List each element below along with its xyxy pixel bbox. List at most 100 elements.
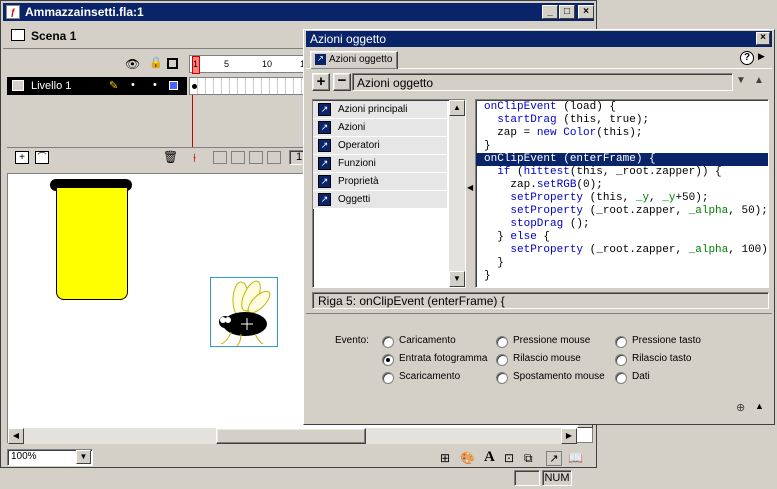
code-line[interactable]: if (hittest(this, _root.zapper)) { [476, 166, 768, 179]
code-line[interactable]: } [476, 270, 768, 283]
category-scrollbar[interactable]: ▲ ▼ [449, 100, 465, 287]
scene-label[interactable]: Scena 1 [31, 29, 76, 43]
movie-explorer-icon[interactable]: ⧉ [524, 451, 533, 466]
mixer-panel-icon[interactable]: 🎨 [460, 451, 475, 465]
category-book-icon: ↗ [318, 193, 331, 206]
delete-layer-icon[interactable]: 🗑 [163, 150, 178, 164]
code-line[interactable]: zap.setRGB(0); [476, 179, 768, 192]
jar-body[interactable] [56, 188, 128, 300]
code-line[interactable]: } [476, 257, 768, 270]
radio-button[interactable] [615, 372, 627, 384]
edit-multiple-icon[interactable] [249, 151, 263, 164]
category-item[interactable]: ↗ Oggetti [313, 191, 447, 209]
event-label: Evento: [335, 335, 369, 346]
actions-toolbar: + − Azioni oggetto ▼ ▲ [312, 73, 772, 95]
category-item[interactable]: ↗ Azioni principali [313, 101, 447, 119]
scroll-thumb-horizontal[interactable] [216, 428, 366, 444]
category-label: Operatori [338, 140, 380, 151]
status-line-text: Riga 5: onClipEvent (enterFrame) { [318, 294, 505, 308]
code-line[interactable]: stopDrag (); [476, 218, 768, 231]
insect-clip[interactable] [210, 277, 278, 347]
remove-action-button[interactable]: − [333, 73, 351, 91]
frame-row[interactable] [189, 77, 309, 95]
visibility-dot[interactable]: • [131, 79, 135, 91]
code-line-selected[interactable]: onClipEvent (enterFrame) { [476, 153, 768, 166]
modify-markers-icon[interactable] [267, 151, 281, 164]
maximize-button[interactable]: □ [559, 5, 575, 19]
lock-dot[interactable]: • [153, 79, 157, 91]
radio-button[interactable] [496, 372, 508, 384]
actions-dropdown-label: Azioni oggetto [357, 76, 434, 90]
flash-title-bar[interactable]: ƒ Ammazzainsetti.fla:1 _ □ × [3, 3, 594, 21]
info-panel-icon[interactable]: ⊞ [440, 451, 450, 465]
code-line[interactable]: setProperty (this, _y, _y+50); [476, 192, 768, 205]
num-lock-indicator: NUM [542, 470, 572, 486]
radio-button[interactable] [496, 336, 508, 348]
radio-button[interactable] [615, 336, 627, 348]
tab-azioni-oggetto[interactable]: ↗ Azioni oggetto [310, 51, 398, 69]
pane-splitter[interactable]: ◀ [467, 99, 475, 288]
keyframe[interactable] [192, 84, 197, 89]
launcher-bar: ⊞ 🎨 A ⊡ ⧉ ↗ 📖 [436, 449, 586, 468]
add-guide-layer-icon[interactable]: ⌒ [35, 151, 49, 164]
dropdown-arrow-icon[interactable]: ▼ [736, 75, 746, 86]
code-line[interactable]: startDrag (this, true); [476, 114, 768, 127]
category-item[interactable]: ↗ Azioni [313, 119, 447, 137]
insert-layer-icon[interactable]: + [15, 151, 29, 164]
scroll-right-button[interactable]: ▶ [561, 428, 577, 444]
panel-menu-arrow-icon[interactable]: ▶ [758, 51, 765, 62]
close-button[interactable]: × [578, 5, 594, 19]
actions-dropdown[interactable]: Azioni oggetto [352, 73, 733, 91]
radio-button[interactable] [382, 354, 394, 366]
zoom-select[interactable]: 100% ▼ [7, 449, 93, 466]
instance-panel-icon[interactable]: ⊡ [504, 451, 514, 465]
lock-icon[interactable]: 🔒 [149, 56, 163, 69]
horizontal-scrollbar[interactable]: ◀ ▶ [8, 428, 577, 444]
pencil-icon: ✎ [109, 80, 119, 92]
center-frame-icon[interactable]: ⍿ [193, 151, 196, 166]
onion-outline-icon[interactable] [231, 151, 245, 164]
category-item[interactable]: ↗ Operatori [313, 137, 447, 155]
radio-button[interactable] [382, 336, 394, 348]
category-label: Funzioni [338, 158, 376, 169]
timeline-header: 👁 🔒 [7, 53, 187, 75]
ruler-number-5: 5 [224, 59, 230, 69]
radio-button[interactable] [615, 354, 627, 366]
category-scroll-up[interactable]: ▲ [449, 100, 465, 116]
code-line[interactable]: setProperty (_root.zapper, _alpha, 50); [476, 205, 768, 218]
splitter-arrow-icon[interactable]: ◀ [467, 183, 473, 192]
category-item[interactable]: ↗ Proprietà [313, 173, 447, 191]
add-action-button[interactable]: + [312, 73, 330, 91]
layer-row[interactable]: Livello 1 ✎ • • [7, 77, 187, 95]
library-panel-icon[interactable]: 📖 [568, 451, 583, 465]
code-line[interactable]: } else { [476, 231, 768, 244]
category-scroll-down[interactable]: ▼ [449, 271, 465, 287]
code-line[interactable]: zap = new Color(this); [476, 127, 768, 140]
help-icon[interactable]: ? [740, 51, 754, 65]
code-editor[interactable]: onClipEvent (load) { startDrag (this, tr… [475, 99, 769, 288]
collapse-arrow-icon[interactable]: ▲ [754, 75, 764, 86]
character-panel-icon[interactable]: A [484, 449, 495, 466]
eye-icon[interactable]: 👁 [125, 57, 140, 71]
actions-title-bar[interactable]: Azioni oggetto × [306, 31, 772, 47]
minimize-button[interactable]: _ [542, 5, 558, 19]
flash-doc-icon: ƒ [6, 5, 20, 19]
outline-icon[interactable] [167, 58, 178, 69]
event-option-label: Scaricamento [399, 371, 461, 382]
code-line[interactable]: onClipEvent (load) { [476, 101, 768, 114]
radio-button[interactable] [382, 372, 394, 384]
category-book-icon: ↗ [318, 139, 331, 152]
code-line[interactable]: setProperty (_root.zapper, _alpha, 100); [476, 244, 768, 257]
collapse-panel-icon[interactable]: ▲ [755, 401, 764, 411]
code-line[interactable]: } [476, 140, 768, 153]
onion-skin-icon[interactable] [213, 151, 227, 164]
actions-panel-icon[interactable]: ↗ [546, 451, 562, 466]
crosshair-icon[interactable]: ⊕ [736, 401, 745, 414]
category-item[interactable]: ↗ Funzioni [313, 155, 447, 173]
actions-close-button[interactable]: × [756, 32, 770, 45]
layer-color-swatch[interactable] [169, 81, 178, 90]
zoom-dropdown-arrow[interactable]: ▼ [76, 450, 91, 464]
radio-button[interactable] [496, 354, 508, 366]
scroll-left-button[interactable]: ◀ [8, 428, 24, 444]
timeline-ruler[interactable]: 1 5 10 15 [189, 55, 310, 74]
